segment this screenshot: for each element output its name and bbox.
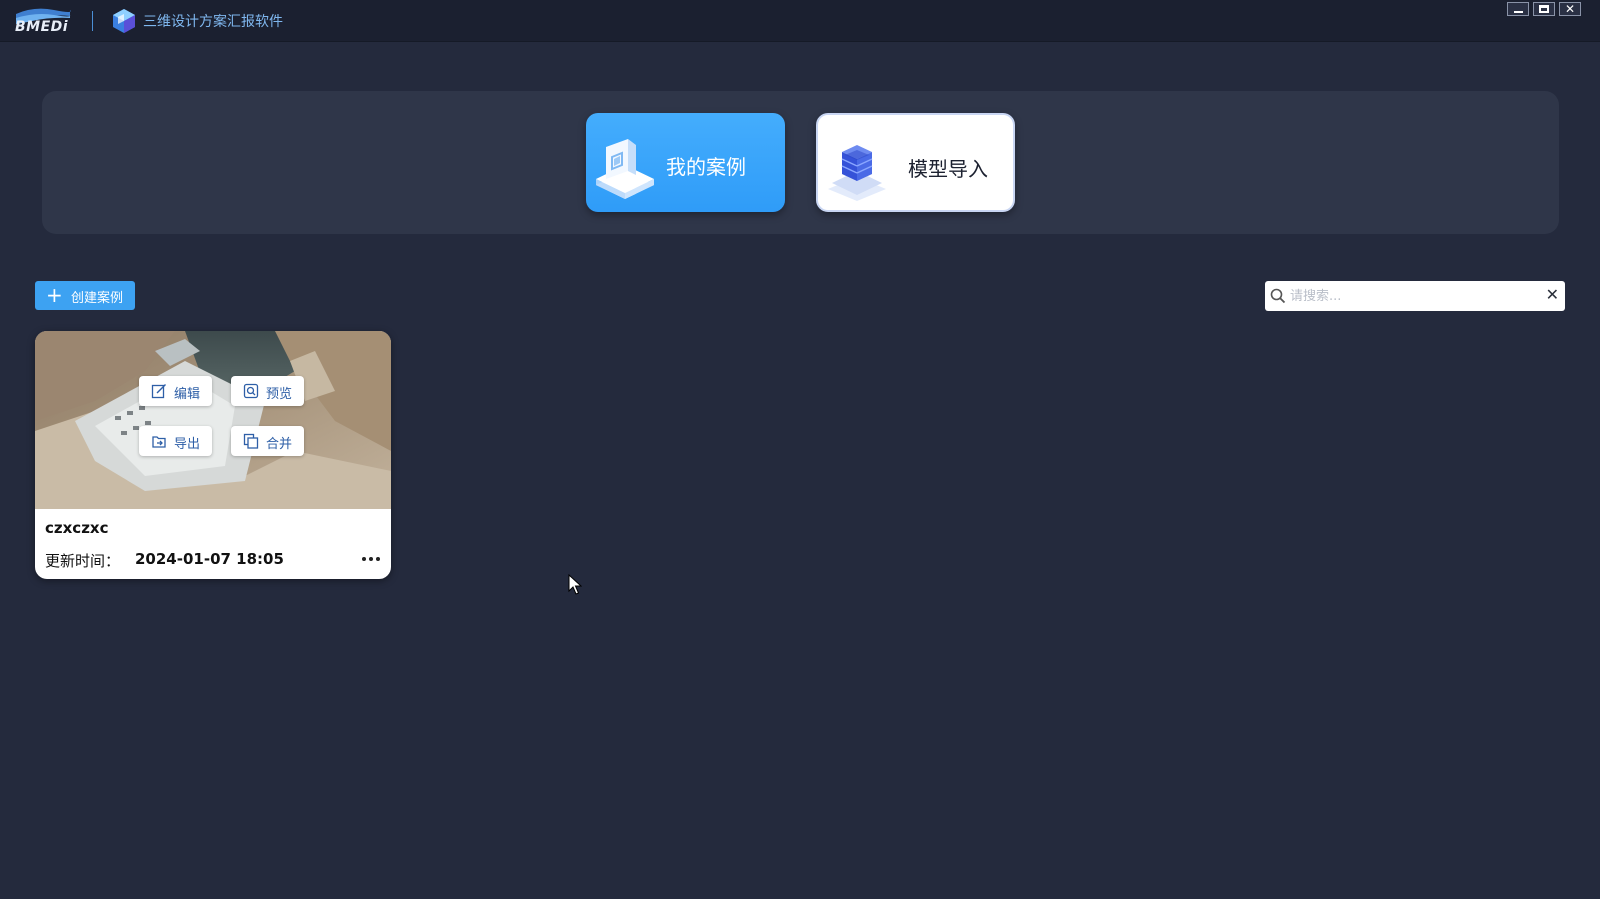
edit-case-button[interactable]: 编辑 [139,376,212,406]
my-cases-icon [596,139,654,199]
more-options-icon[interactable] [361,551,381,565]
export-icon [152,436,166,448]
merge-copy-icon [243,433,259,449]
maximize-icon [1539,5,1549,13]
edit-icon [151,384,166,399]
app-title: 三维设计方案汇报软件 [143,14,283,30]
export-label: 导出 [174,437,201,452]
clear-search-icon[interactable]: ✕ [1546,286,1559,304]
create-case-button[interactable]: + 创建案例 [35,281,135,310]
maximize-button[interactable] [1533,2,1555,16]
preview-icon [243,383,259,399]
plus-icon: + [46,283,63,307]
title-bar: BMEDi 三维设计方案汇报软件 ✕ [0,0,1600,42]
app-window: BMEDi 三维设计方案汇报软件 ✕ 我的案例 模型导入 + 创建案例 请搜索.… [0,0,1600,899]
case-name: czxczxc [45,519,109,537]
nav-model-import-button[interactable]: 模型导入 [816,113,1015,212]
case-thumbnail [35,331,391,509]
model-import-icon [828,145,886,201]
preview-label: 预览 [266,387,293,402]
minimize-button[interactable] [1507,2,1529,16]
close-button[interactable]: ✕ [1559,2,1581,16]
app-cube-icon [113,9,135,33]
title-divider [92,11,93,31]
edit-label: 编辑 [174,387,201,402]
nav-model-import-label: 模型导入 [908,157,988,181]
nav-panel: 我的案例 模型导入 [42,91,1559,234]
nav-my-cases-label: 我的案例 [666,155,746,179]
merge-case-button[interactable]: 合并 [231,426,304,456]
search-box[interactable]: ✕ [1265,281,1565,311]
export-case-button[interactable]: 导出 [139,426,212,456]
updated-time-value: 2024-01-07 18:05 [135,550,284,568]
mouse-cursor-icon [568,574,582,595]
create-case-label: 创建案例 [71,291,124,306]
nav-my-cases-button[interactable]: 我的案例 [586,113,785,212]
updated-time-label: 更新时间： [45,552,121,570]
search-icon [1270,288,1286,304]
brand-text: BMEDi [15,19,69,35]
minimize-icon [1513,10,1523,13]
close-icon: ✕ [1564,2,1576,16]
dam-photo-image [35,331,391,509]
case-card[interactable]: 编辑 预览 导出 合并 czxczxc 更新时间： 2024-01-07 18:… [35,331,391,579]
search-input[interactable] [1290,285,1535,307]
merge-label: 合并 [266,437,293,452]
preview-case-button[interactable]: 预览 [231,376,304,406]
